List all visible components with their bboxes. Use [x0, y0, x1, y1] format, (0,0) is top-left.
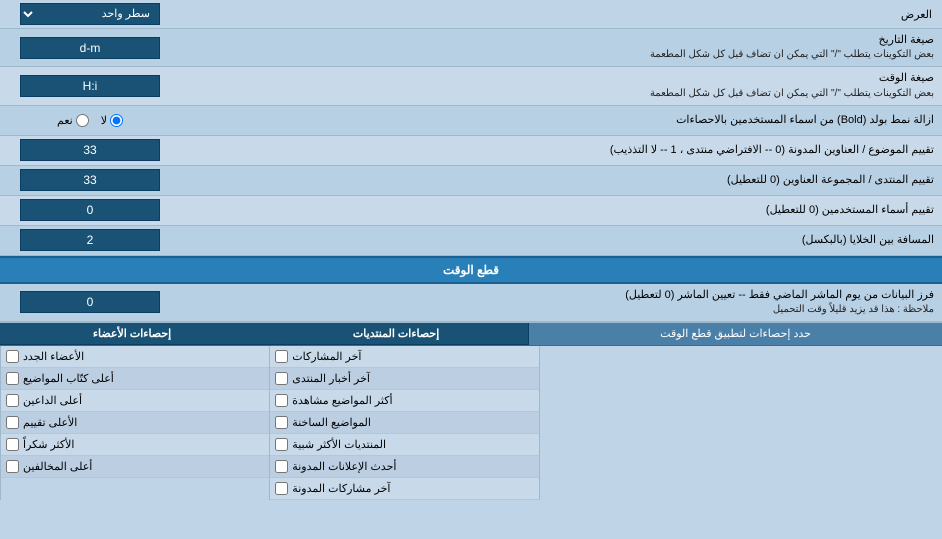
time-format-input[interactable] [20, 75, 160, 97]
stats-cols-header: إحصاءات المنتديات إحصاءات الأعضاء [0, 323, 529, 345]
check-item: الأكثر شكراً [1, 434, 269, 456]
cell-spacing-input-cell [0, 226, 180, 254]
cutoff-input[interactable] [20, 291, 160, 313]
check-item: أعلى كتّاب المواضيع [1, 368, 269, 390]
forum-sort-input-cell [0, 166, 180, 194]
date-format-row: صيغة التاريخ بعض التكوينات يتطلب "/" الت… [0, 29, 942, 67]
username-sort-input-cell [0, 196, 180, 224]
stats-members-col: الأعضاء الجدد أعلى كتّاب المواضيع أعلى ا… [0, 346, 269, 500]
bold-remove-label: ازالة نمط بولد (Bold) من اسماء المستخدمي… [180, 109, 942, 132]
check-item: أكثر المواضيع مشاهدة [270, 390, 538, 412]
topic-sort-input-cell [0, 136, 180, 164]
radio-yes-label[interactable]: نعم [57, 114, 89, 127]
forum-sort-label: تقييم المنتدى / المجموعة العناوين (0 للت… [180, 169, 942, 192]
stats-forum-col: آخر المشاركات آخر أخبار المنتدى أكثر الم… [269, 346, 538, 500]
stats-content: آخر المشاركات آخر أخبار المنتدى أكثر الم… [0, 346, 942, 500]
stats-empty-col [539, 346, 942, 500]
top-header-row: العرض سطر واحد سطرين ثلاثة أسطر [0, 0, 942, 29]
date-format-input-cell [0, 34, 180, 62]
radio-no[interactable] [110, 114, 123, 127]
cutoff-section-title: قطع الوقت [0, 256, 942, 284]
radio-no-label[interactable]: لا [101, 114, 123, 127]
stats-col2-header: إحصاءات الأعضاء [0, 323, 264, 345]
check-announcements[interactable] [275, 460, 288, 473]
cutoff-label: فرز البيانات من يوم الماشر الماضي فقط --… [180, 284, 942, 321]
username-sort-input[interactable] [20, 199, 160, 221]
check-top-topic-writers[interactable] [6, 372, 19, 385]
check-item: المواضيع الساخنة [270, 412, 538, 434]
check-item: آخر أخبار المنتدى [270, 368, 538, 390]
bold-radio-group: نعم لا [5, 114, 175, 127]
stats-col1-header: إحصاءات المنتديات [264, 323, 529, 345]
bold-remove-input-cell: نعم لا [0, 111, 180, 130]
stats-section: حدد إحصاءات لتطبيق قطع الوقت إحصاءات الم… [0, 322, 942, 500]
forum-sort-row: تقييم المنتدى / المجموعة العناوين (0 للت… [0, 166, 942, 196]
check-most-thanked[interactable] [6, 438, 19, 451]
topic-sort-row: تقييم الموضوع / العناوين المدونة (0 -- ا… [0, 136, 942, 166]
check-item: الأعضاء الجدد [1, 346, 269, 368]
topic-sort-label: تقييم الموضوع / العناوين المدونة (0 -- ا… [180, 139, 942, 162]
check-item: آخر مشاركات المدونة [270, 478, 538, 500]
check-new-members[interactable] [6, 350, 19, 363]
check-similar-forums[interactable] [275, 438, 288, 451]
check-item: أعلى المخالفين [1, 456, 269, 478]
cutoff-row: فرز البيانات من يوم الماشر الماضي فقط --… [0, 284, 942, 322]
bold-remove-row: ازالة نمط بولد (Bold) من اسماء المستخدمي… [0, 106, 942, 136]
stats-define-label: حدد إحصاءات لتطبيق قطع الوقت [529, 323, 942, 345]
time-format-label: صيغة الوقت بعض التكوينات يتطلب "/" التي … [180, 67, 942, 104]
check-item: أعلى الداعين [1, 390, 269, 412]
check-blog-posts[interactable] [275, 482, 288, 495]
check-item: أحدث الإعلانات المدونة [270, 456, 538, 478]
display-select-cell[interactable]: سطر واحد سطرين ثلاثة أسطر [0, 0, 180, 28]
check-item: آخر المشاركات [270, 346, 538, 368]
main-container: العرض سطر واحد سطرين ثلاثة أسطر صيغة الت… [0, 0, 942, 500]
username-sort-row: تقييم أسماء المستخدمين (0 للتعطيل) [0, 196, 942, 226]
check-hot-topics[interactable] [275, 416, 288, 429]
check-most-viewed[interactable] [275, 394, 288, 407]
date-format-label: صيغة التاريخ بعض التكوينات يتطلب "/" الت… [180, 29, 942, 66]
cell-spacing-label: المسافة بين الخلايا (بالبكسل) [180, 229, 942, 252]
check-last-news[interactable] [275, 372, 288, 385]
check-last-posts[interactable] [275, 350, 288, 363]
time-format-input-cell [0, 72, 180, 100]
check-top-rated[interactable] [6, 416, 19, 429]
check-top-inviters[interactable] [6, 394, 19, 407]
forum-sort-input[interactable] [20, 169, 160, 191]
time-format-row: صيغة الوقت بعض التكوينات يتطلب "/" التي … [0, 67, 942, 105]
display-select[interactable]: سطر واحد سطرين ثلاثة أسطر [20, 3, 160, 25]
cutoff-input-cell [0, 288, 180, 316]
check-item: الأعلى تقييم [1, 412, 269, 434]
topic-sort-input[interactable] [20, 139, 160, 161]
cell-spacing-row: المسافة بين الخلايا (بالبكسل) [0, 226, 942, 256]
page-title-label: العرض [180, 4, 942, 25]
radio-yes[interactable] [76, 114, 89, 127]
cell-spacing-input[interactable] [20, 229, 160, 251]
username-sort-label: تقييم أسماء المستخدمين (0 للتعطيل) [180, 199, 942, 222]
check-top-violators[interactable] [6, 460, 19, 473]
check-item: المنتديات الأكثر شبية [270, 434, 538, 456]
date-format-input[interactable] [20, 37, 160, 59]
stats-define-row: حدد إحصاءات لتطبيق قطع الوقت إحصاءات الم… [0, 323, 942, 346]
